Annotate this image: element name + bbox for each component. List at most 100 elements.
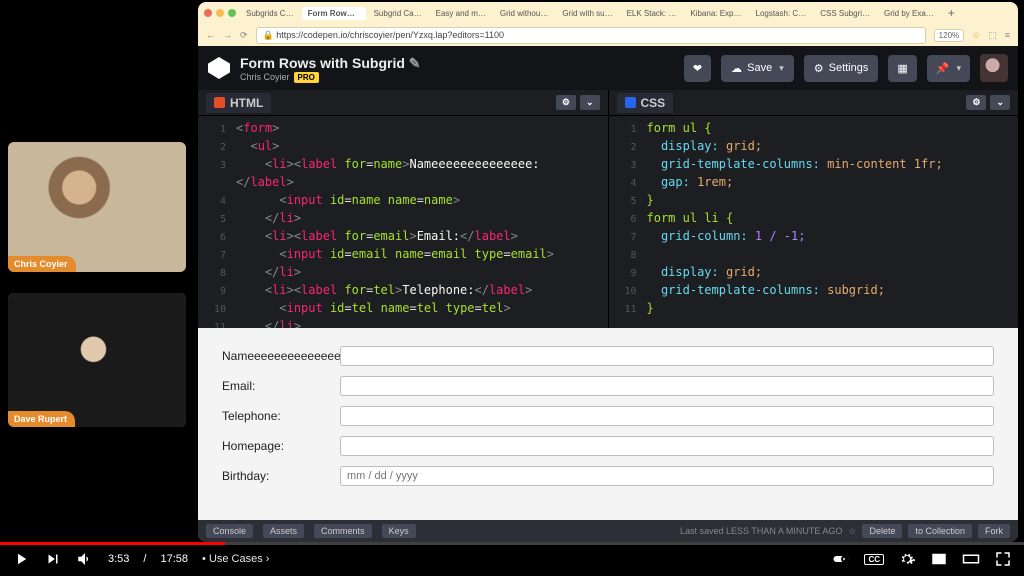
like-button[interactable]: ❤ [684, 55, 711, 82]
time-total: 17:58 [160, 553, 188, 565]
extensions-icon[interactable]: ⬚ [988, 30, 997, 41]
browser-tab[interactable]: Easy and m… [430, 7, 492, 20]
console-button[interactable]: Console [206, 524, 253, 538]
forward-button[interactable]: → [223, 30, 232, 40]
theater-icon[interactable] [962, 550, 980, 568]
save-button[interactable]: ☁Save [721, 55, 794, 82]
back-button[interactable]: ← [206, 30, 215, 40]
comments-button[interactable]: Comments [314, 524, 372, 538]
settings-button[interactable]: ⚙Settings [804, 55, 879, 82]
lock-icon: 🔒 [263, 30, 274, 40]
keys-button[interactable]: Keys [382, 524, 416, 538]
pane-settings-icon[interactable]: ⚙ [556, 95, 576, 110]
next-icon[interactable] [44, 550, 62, 568]
browser-tab[interactable]: Grid with su… [556, 7, 618, 20]
form-row: Homepage: [222, 436, 994, 456]
webcam-name-tag: Chris Coyier [8, 256, 76, 272]
volume-icon[interactable] [76, 550, 94, 568]
name-field[interactable] [340, 346, 994, 366]
form-row: Email: [222, 376, 994, 396]
pen-title[interactable]: Form Rows with Subgrid [240, 55, 405, 71]
css-editor[interactable]: 1form ul { 2 display: grid; 3 grid-templ… [609, 116, 1019, 328]
save-status: Last saved LESS THAN A MINUTE AGO [680, 526, 842, 536]
edit-title-icon[interactable]: ✎ [409, 55, 421, 71]
pane-chevron-icon[interactable]: ⌄ [580, 95, 600, 110]
field-label: Telephone: [222, 409, 332, 423]
field-label: Homepage: [222, 439, 332, 453]
form-row: Telephone: [222, 406, 994, 426]
delete-button[interactable]: Delete [862, 524, 902, 538]
form-row: Birthday: [222, 466, 994, 486]
window-max-icon[interactable] [228, 9, 236, 17]
progress-bar[interactable] [0, 542, 1024, 545]
progress-fill [0, 542, 225, 545]
layout-button[interactable]: ▦ [888, 55, 916, 82]
telephone-field[interactable] [340, 406, 994, 426]
css-pane: CSS ⚙⌄ 1form ul { 2 display: grid; 3 gri… [609, 90, 1019, 328]
output-preview: Nameeeeeeeeeeeeee: Email: Telephone: Hom… [198, 328, 1018, 538]
browser-toolbar: ← → ⟳ 🔒 https://codepen.io/chriscoyier/p… [198, 24, 1018, 46]
form-row: Nameeeeeeeeeeeeee: [222, 346, 994, 366]
heart-icon: ❤ [693, 62, 702, 75]
html-pane: HTML ⚙ ⌄ 1<form> 2 <ul> 3 <li><label for=… [198, 90, 609, 328]
window-min-icon[interactable] [216, 9, 224, 17]
browser-tab[interactable]: Kibana: Exp… [684, 7, 747, 20]
email-field[interactable] [340, 376, 994, 396]
reload-button[interactable]: ⟳ [240, 30, 248, 41]
browser-tab[interactable]: Logstash: C… [750, 7, 813, 20]
browser-tab[interactable]: CSS Subgri… [814, 7, 876, 20]
webcam-name-tag: Dave Rupert [8, 411, 75, 427]
codepen-header: Form Rows with Subgrid ✎ Chris Coyier PRO… [198, 46, 1018, 90]
fullscreen-icon[interactable] [994, 550, 1012, 568]
star-icon[interactable]: ☆ [848, 526, 856, 537]
pin-icon: 📌 [936, 62, 950, 75]
browser-tab[interactable]: ELK Stack: … [621, 7, 683, 20]
html-editor[interactable]: 1<form> 2 <ul> 3 <li><label for=name>Nam… [198, 116, 608, 328]
captions-button[interactable]: CC [864, 554, 884, 565]
birthday-field[interactable] [340, 466, 994, 486]
address-bar[interactable]: 🔒 https://codepen.io/chriscoyier/pen/Yzx… [256, 27, 926, 44]
cloud-icon: ☁ [731, 62, 742, 75]
assets-button[interactable]: Assets [263, 524, 304, 538]
settings-gear-icon[interactable] [898, 550, 916, 568]
browser-tab[interactable]: Form Row… × [302, 7, 366, 20]
browser-tab[interactable]: Grid by Exa… [878, 7, 940, 20]
pane-label: HTML [230, 96, 263, 110]
editor-panes: HTML ⚙ ⌄ 1<form> 2 <ul> 3 <li><label for=… [198, 90, 1018, 328]
url-text: https://codepen.io/chriscoyier/pen/Yzxq.… [276, 30, 504, 40]
html-badge-icon [214, 97, 225, 108]
menu-icon[interactable]: ≡ [1005, 30, 1010, 40]
window-close-icon[interactable] [204, 9, 212, 17]
homepage-field[interactable] [340, 436, 994, 456]
video-controls: 3:53 / 17:58 • Use Cases › CC [0, 542, 1024, 576]
bookmark-star-icon[interactable]: ☆ [972, 30, 980, 41]
pin-button[interactable]: 📌 [927, 55, 970, 82]
webcam-dave: Dave Rupert [8, 293, 186, 427]
collection-button[interactable]: to Collection [908, 524, 972, 538]
browser-tab-bar: Subgrids C… Form Row… × Subgrid Ca… Easy… [198, 2, 1018, 24]
pen-author[interactable]: Chris Coyier [240, 72, 290, 82]
chapter-label[interactable]: Use Cases [209, 553, 263, 565]
user-avatar[interactable] [980, 54, 1008, 82]
play-icon[interactable] [12, 550, 30, 568]
browser-tab[interactable]: Subgrid Ca… [368, 7, 428, 20]
webcam-image [8, 142, 186, 272]
browser-tab[interactable]: Subgrids C… [240, 7, 300, 20]
browser-tab[interactable]: Grid withou… [494, 7, 554, 20]
browser-window: Subgrids C… Form Row… × Subgrid Ca… Easy… [198, 2, 1018, 542]
miniplayer-icon[interactable] [930, 550, 948, 568]
field-label: Nameeeeeeeeeeeeee: [222, 349, 332, 363]
pane-settings-icon[interactable]: ⚙ [966, 95, 986, 110]
pane-chevron-icon[interactable]: ⌄ [990, 95, 1010, 110]
css-badge-icon [625, 97, 636, 108]
layout-icon: ▦ [897, 62, 907, 75]
webcam-image [8, 293, 186, 427]
pro-badge: PRO [294, 72, 319, 83]
new-tab-button[interactable]: + [942, 6, 961, 20]
zoom-indicator[interactable]: 120% [934, 29, 964, 42]
gear-icon: ⚙ [814, 62, 824, 75]
autoplay-toggle[interactable] [832, 550, 850, 568]
field-label: Birthday: [222, 469, 332, 483]
fork-button[interactable]: Fork [978, 524, 1010, 538]
codepen-logo-icon[interactable] [208, 57, 230, 79]
